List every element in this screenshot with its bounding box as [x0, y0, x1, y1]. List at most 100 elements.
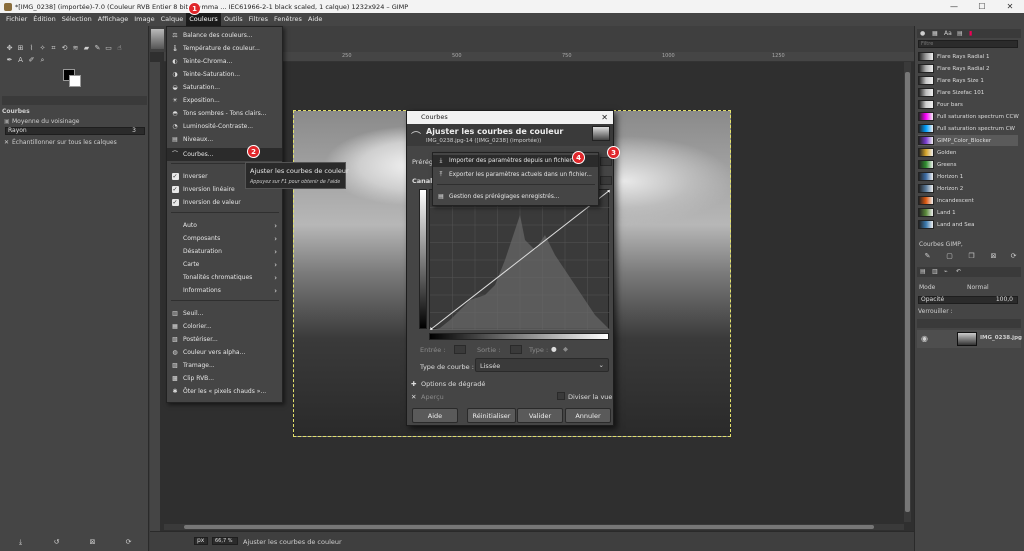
- menu-couleurs[interactable]: Couleurs: [186, 13, 221, 26]
- preview-checkbox[interactable]: ✕: [411, 393, 416, 401]
- colors-menu-item[interactable]: Tonalités chromatiques ›: [167, 271, 282, 284]
- colors-menu-item[interactable]: ◔ Luminosité-Contraste...: [167, 120, 282, 133]
- brushes-tab-icon[interactable]: ●: [920, 30, 925, 37]
- paintbrush-icon[interactable]: ✎: [93, 44, 102, 53]
- fonts-tab-icon[interactable]: Aa: [944, 30, 952, 37]
- duplicate-gradient-icon[interactable]: ❐: [967, 252, 976, 261]
- colors-menu-item[interactable]: Auto ›: [167, 219, 282, 232]
- crop-tool-icon[interactable]: ⌗: [49, 44, 58, 53]
- colors-menu-item[interactable]: ⌒ Courbes...: [167, 148, 282, 161]
- smooth-point-icon[interactable]: ●: [551, 345, 557, 353]
- menu-aide[interactable]: Aide: [305, 13, 325, 26]
- layers-tab-icon[interactable]: ▤: [920, 268, 926, 275]
- delete-gradient-icon[interactable]: ⊠: [989, 252, 998, 261]
- palettes-tab-icon[interactable]: ▤: [957, 30, 963, 37]
- unified-transform-icon[interactable]: ⟲: [60, 44, 69, 53]
- maximize-button[interactable]: ☐: [968, 0, 996, 13]
- colors-menu-item[interactable]: ▩ Clip RVB...: [167, 372, 282, 385]
- gradient-list-item[interactable]: Flare Rays Size 1: [918, 75, 1018, 86]
- help-button[interactable]: Aide: [412, 408, 458, 423]
- patterns-tab-icon[interactable]: ▦: [932, 30, 938, 37]
- gradient-list-item[interactable]: Golden: [918, 147, 1018, 158]
- entry-field[interactable]: [454, 345, 466, 354]
- minimize-button[interactable]: —: [940, 0, 968, 13]
- ok-button[interactable]: Valider: [517, 408, 563, 423]
- colors-menu-item[interactable]: Composants ›: [167, 232, 282, 245]
- restore-options-icon[interactable]: ↺: [52, 538, 61, 547]
- vertical-scrollbar[interactable]: [904, 62, 911, 522]
- menu-edition[interactable]: Édition: [30, 13, 59, 26]
- layer-row[interactable]: ◉ IMG_0238.jpg: [917, 330, 1022, 348]
- zoom-tool-icon[interactable]: ⌕: [38, 56, 47, 65]
- save-options-icon[interactable]: ⤓: [16, 538, 25, 547]
- gradient-list-item[interactable]: Horizon 1: [918, 171, 1018, 182]
- reset-button[interactable]: Réinitialiser: [467, 408, 516, 423]
- undo-tab-icon[interactable]: ↶: [956, 268, 961, 275]
- colors-menu-item[interactable]: ✓ Inversion de valeur: [167, 196, 282, 209]
- gradient-list-item[interactable]: Full saturation spectrum CCW: [918, 111, 1019, 122]
- channels-tab-icon[interactable]: ▥: [932, 268, 938, 275]
- gradient-list-item[interactable]: Flare Rays Radial 2: [918, 63, 1018, 74]
- colors-menu-item[interactable]: ◑ Teinte-Saturation...: [167, 68, 282, 81]
- gradient-list-item[interactable]: Greens: [918, 159, 1018, 170]
- export-settings-item[interactable]: ⤒ Exporter les paramètres actuels dans u…: [433, 169, 598, 181]
- horizontal-scrollbar[interactable]: [164, 524, 904, 530]
- refresh-gradients-icon[interactable]: ⟳: [1009, 252, 1018, 261]
- warp-tool-icon[interactable]: ≋: [71, 44, 80, 53]
- fuzzy-select-icon[interactable]: ✧: [38, 44, 47, 53]
- gradient-options-toggle[interactable]: ✚: [411, 380, 416, 388]
- image-tab-thumbnail[interactable]: [151, 29, 164, 49]
- text-tool-icon[interactable]: A: [16, 56, 25, 65]
- colors-menu-item[interactable]: ▤ Niveaux...: [167, 133, 282, 146]
- lasso-tool-icon[interactable]: ⌇: [27, 44, 36, 53]
- cancel-button[interactable]: Annuler: [565, 408, 611, 423]
- corner-point-icon[interactable]: ◆: [563, 345, 568, 353]
- menu-selection[interactable]: Sélection: [59, 13, 95, 26]
- colors-menu-item[interactable]: 🌡 Température de couleur...: [167, 42, 282, 55]
- menu-affichage[interactable]: Affichage: [95, 13, 132, 26]
- gradient-list-item[interactable]: Incandescent: [918, 195, 1018, 206]
- menu-fenetres[interactable]: Fenêtres: [271, 13, 305, 26]
- reset-options-icon[interactable]: ⟳: [124, 538, 133, 547]
- gradient-list-item[interactable]: Four bars: [918, 99, 1018, 110]
- channel-reset-button[interactable]: [600, 176, 612, 185]
- colors-menu-item[interactable]: ◓ Tons sombres - Tons clairs...: [167, 107, 282, 120]
- curve-type-select[interactable]: Lissée ⌄: [475, 358, 609, 372]
- path-tool-icon[interactable]: ✒: [5, 56, 14, 65]
- colors-menu-item[interactable]: ◐ Teinte-Chroma...: [167, 55, 282, 68]
- gradient-list-item[interactable]: GIMP_Color_Blocker: [918, 135, 1018, 146]
- smudge-icon[interactable]: ☝: [115, 44, 124, 53]
- colors-menu-item[interactable]: Désaturation ›: [167, 245, 282, 258]
- colors-menu-item[interactable]: ▦ Colorier...: [167, 320, 282, 333]
- sample-average-checkbox[interactable]: ▣: [4, 118, 10, 125]
- curve-graph[interactable]: [429, 189, 610, 330]
- gradient-list-item[interactable]: Land and Sea: [918, 219, 1018, 230]
- menu-fichier[interactable]: Fichier: [3, 13, 30, 26]
- dialog-close-button[interactable]: ✕: [601, 111, 608, 124]
- eraser-icon[interactable]: ▭: [104, 44, 113, 53]
- radius-field[interactable]: Rayon 3: [5, 127, 145, 135]
- zoom-select[interactable]: 66,7 %: [212, 537, 238, 545]
- gradients-tab-icon[interactable]: ▮: [969, 30, 972, 37]
- color-picker-icon[interactable]: ✐: [27, 56, 36, 65]
- close-window-button[interactable]: ✕: [996, 0, 1024, 13]
- paths-tab-icon[interactable]: ⌁: [944, 268, 948, 275]
- colors-menu-item[interactable]: ▥ Seuil...: [167, 307, 282, 320]
- gradient-filter-input[interactable]: Filtre: [918, 40, 1018, 48]
- colors-menu-item[interactable]: ▨ Tramage...: [167, 359, 282, 372]
- delete-options-icon[interactable]: ⊠: [88, 538, 97, 547]
- colors-menu-item[interactable]: ✱ Ôter les « pixels chauds »...: [167, 385, 282, 398]
- opacity-field[interactable]: Opacité 100,0: [918, 296, 1018, 304]
- colors-menu-item[interactable]: ☀ Exposition...: [167, 94, 282, 107]
- layer-visibility-eye-icon[interactable]: ◉: [921, 334, 928, 343]
- gradient-list-item[interactable]: Horizon 2: [918, 183, 1018, 194]
- background-color-swatch[interactable]: [69, 75, 81, 87]
- unit-select[interactable]: px: [194, 537, 208, 545]
- colors-menu-item[interactable]: ◒ Saturation...: [167, 81, 282, 94]
- mode-select[interactable]: Normal: [967, 284, 989, 291]
- colors-menu-item[interactable]: Carte ›: [167, 258, 282, 271]
- menu-calque[interactable]: Calque: [158, 13, 187, 26]
- colors-menu-item[interactable]: ▧ Postériser...: [167, 333, 282, 346]
- colors-menu-item[interactable]: ◍ Couleur vers alpha...: [167, 346, 282, 359]
- manage-presets-item[interactable]: ▤ Gestion des préréglages enregistrés...: [433, 191, 598, 203]
